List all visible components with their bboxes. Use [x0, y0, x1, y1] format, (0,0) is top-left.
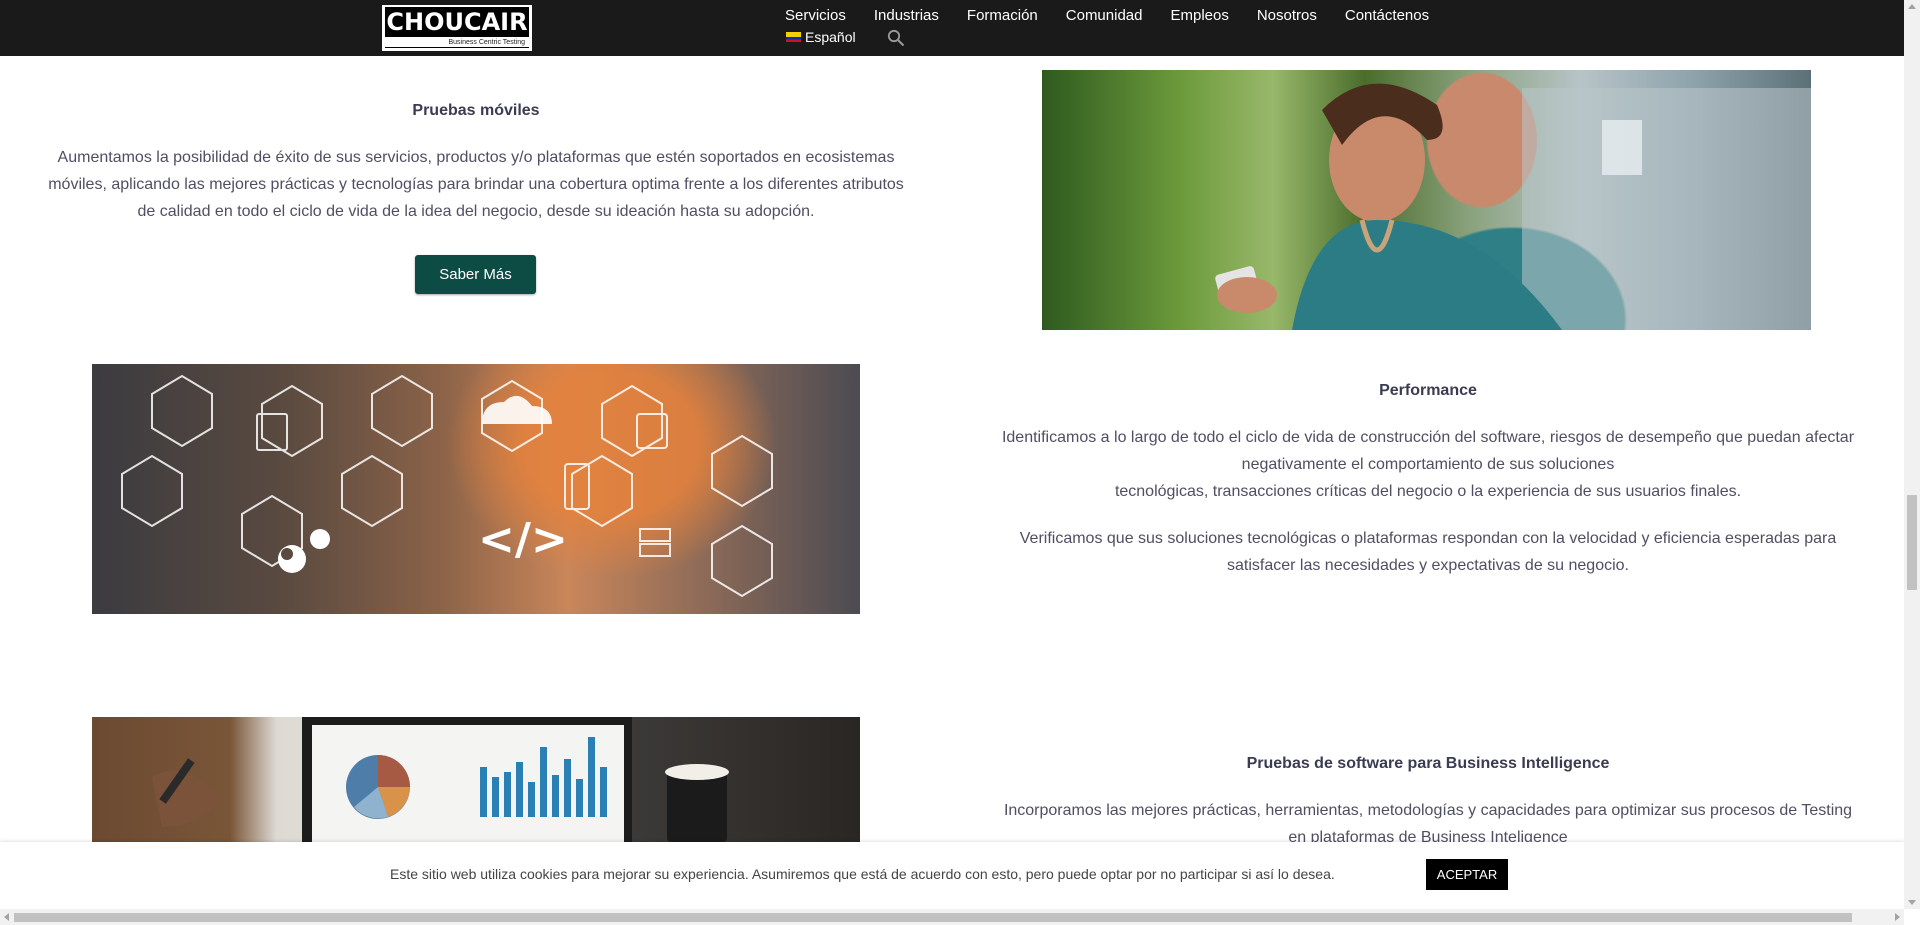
nav-item-comunidad[interactable]: Comunidad — [1066, 6, 1143, 26]
search-icon[interactable] — [887, 29, 905, 47]
scroll-down-arrow-icon[interactable] — [1908, 900, 1916, 905]
cookie-consent-bar: Este sitio web utiliza cookies para mejo… — [0, 842, 1904, 909]
performance-line-2: negativamente el comportamiento de sus s… — [1241, 456, 1615, 473]
performance-description-2: Verificamos que sus soluciones tecnológi… — [982, 525, 1874, 579]
horizontal-scrollbar[interactable] — [0, 909, 1904, 925]
colombia-flag-icon — [786, 32, 801, 42]
logo-tagline: Business Centric Testing — [385, 38, 529, 48]
mobile-testing-title: Pruebas móviles — [412, 102, 540, 119]
mobile-line-2: móviles, aplicando las mejores prácticas… — [48, 176, 904, 193]
language-selector[interactable]: Español — [786, 29, 856, 45]
scroll-up-arrow-icon[interactable] — [1908, 4, 1916, 9]
technology-icons-image: </> — [92, 364, 860, 614]
logo-wordmark: CHOUCAIR — [385, 7, 529, 37]
woman-photo-art — [1215, 83, 1811, 330]
woman-with-phone-image — [1042, 70, 1811, 330]
scroll-right-arrow-icon[interactable] — [1895, 913, 1900, 921]
cookie-message: Este sitio web utiliza cookies para mejo… — [390, 866, 1335, 882]
performance-line-3: tecnológicas, transacciones críticas del… — [1114, 483, 1742, 500]
performance-line-1: Identificamos a lo largo de todo el cicl… — [1001, 429, 1855, 446]
performance-title: Performance — [1379, 382, 1477, 399]
horizontal-scroll-thumb[interactable] — [14, 913, 1852, 922]
bi-line-1: Incorporamos las mejores prácticas, herr… — [1003, 802, 1853, 819]
mobile-testing-description: Aumentamos la posibilidad de éxito de su… — [20, 144, 932, 225]
choucair-logo[interactable]: CHOUCAIR Business Centric Testing — [382, 5, 532, 51]
mobile-line-1: Aumentamos la posibilidad de éxito de su… — [57, 149, 895, 166]
nav-item-servicios[interactable]: Servicios — [785, 6, 846, 26]
mobile-line-3: de calidad en todo el ciclo de vida de l… — [137, 203, 815, 220]
performance-line-4: Verificamos que sus soluciones tecnológi… — [1019, 530, 1837, 547]
accept-cookies-button[interactable]: ACEPTAR — [1426, 859, 1508, 890]
nav-item-empleos[interactable]: Empleos — [1170, 6, 1228, 26]
site-header: CHOUCAIR Business Centric Testing Servic… — [0, 0, 1904, 56]
business-intelligence-image — [92, 717, 860, 842]
nav-item-industrias[interactable]: Industrias — [874, 6, 939, 26]
nav-item-nosotros[interactable]: Nosotros — [1257, 6, 1317, 26]
bi-testing-title: Pruebas de software para Business Intell… — [1246, 755, 1610, 772]
nav-item-formacion[interactable]: Formación — [967, 6, 1038, 26]
performance-description: Identificamos a lo largo de todo el cicl… — [982, 424, 1874, 505]
nav-item-contactenos[interactable]: Contáctenos — [1345, 6, 1429, 26]
vertical-scrollbar[interactable] — [1904, 0, 1920, 909]
language-label: Español — [805, 29, 856, 45]
main-nav: Servicios Industrias Formación Comunidad… — [785, 6, 1457, 26]
bi-dashboard-art — [152, 717, 729, 842]
vertical-scroll-thumb[interactable] — [1907, 495, 1917, 590]
performance-line-5: satisfacer las necesidades y expectativa… — [1226, 557, 1629, 574]
scroll-left-arrow-icon[interactable] — [4, 913, 9, 921]
code-symbol-text: </> — [478, 514, 568, 565]
saber-mas-button[interactable]: Saber Más — [415, 255, 536, 294]
tech-icons-art: </> — [121, 374, 773, 598]
